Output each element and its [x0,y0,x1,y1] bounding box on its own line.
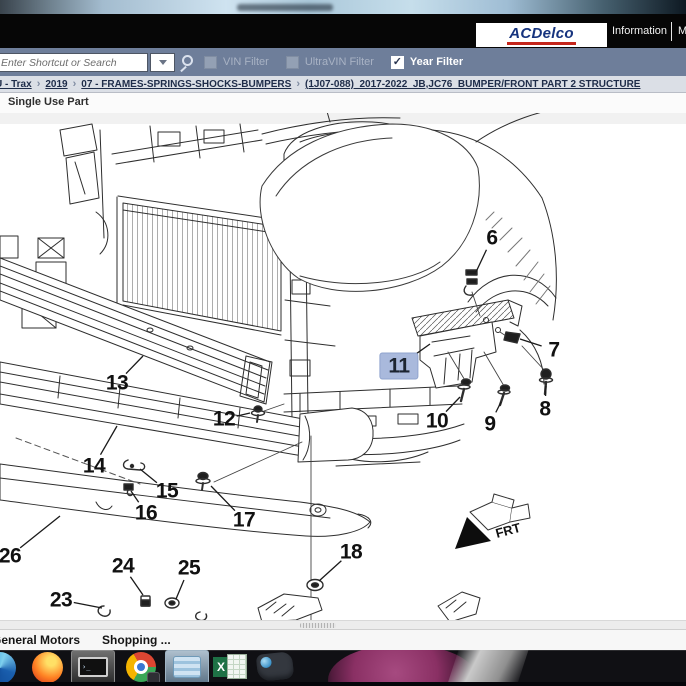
filter-group: VIN Filter UltraVIN Filter ✓ Year Filter [204,48,463,76]
chrome-icon[interactable] [126,652,160,684]
callout-7[interactable]: 7 [548,340,560,361]
breadcrumb-link-0[interactable]: U - Trax [0,79,32,90]
leader-line-6 [475,249,488,273]
single-use-part-label: Single Use Part [8,96,89,108]
search-input[interactable] [0,53,148,72]
app-window-icon[interactable] [165,650,209,684]
horizontal-scrollbar[interactable] [0,620,686,629]
checkbox-icon [204,55,217,69]
callout-23[interactable]: 23 [50,590,73,611]
leader-line-13 [125,355,144,375]
background-window-strip [0,0,686,14]
callout-15[interactable]: 15 [156,481,179,502]
filter-label: UltraVIN Filter [304,56,374,68]
parts-diagram: FRT 6 7 8 9 10 11 12 13 14 15 16 17 18 23 24 25 26 [0,113,686,620]
screen-bottom-edge [0,682,686,686]
acdelco-logo: ACDelco [476,23,607,47]
leader-line-24 [129,576,144,596]
breadcrumb-link-2[interactable]: 07 - FRAMES-SPRINGS-SHOCKS-BUMPERS [81,79,291,90]
leader-line-12 [236,412,251,417]
nav-divider [671,22,672,41]
leader-line-7 [519,338,542,347]
tab-partial-right[interactable]: M [678,14,686,48]
background-window-title [237,4,333,11]
browser-swirl-icon[interactable] [0,652,16,684]
callout-9[interactable]: 9 [484,414,496,435]
callout-10[interactable]: 10 [426,411,449,432]
desktop-taskbar: ›_ X [0,650,686,686]
breadcrumb-separator: › [36,78,41,90]
chevron-down-icon [158,60,167,65]
terminal-icon[interactable]: ›_ [71,650,115,684]
filter-label: Year Filter [409,56,464,68]
filter-year-filter: ✓ Year Filter [390,55,464,69]
callout-17[interactable]: 17 [233,510,256,531]
leader-line-18 [318,560,342,582]
image-tool-icon[interactable] [255,651,295,682]
search-dropdown-button[interactable] [150,53,175,72]
leader-line-26 [19,515,61,549]
checkbox-icon [285,55,299,69]
wallpaper-streak [443,650,531,686]
leader-line-17 [210,485,236,512]
checkbox-icon[interactable]: ✓ [390,55,404,69]
leader-line-10 [445,396,461,413]
callout-25[interactable]: 25 [178,558,201,579]
callout-24[interactable]: 24 [112,556,135,577]
spreadsheet-icon[interactable]: X [213,652,247,682]
breadcrumb-separator: › [72,78,77,90]
filter-vin-filter: VIN Filter [204,55,269,69]
callout-11[interactable]: 11 [379,352,419,380]
breadcrumb-link-1[interactable]: 2019 [45,79,67,90]
callout-6[interactable]: 6 [486,228,498,249]
callout-14[interactable]: 14 [83,456,106,477]
firefox-icon[interactable] [32,652,63,683]
filter-ultravin-filter: UltraVIN Filter [285,55,374,69]
scrollbar-thumb[interactable] [300,623,336,628]
acdelco-logo-text: ACDelco [507,26,576,45]
search-icon[interactable] [182,55,193,66]
callout-8[interactable]: 8 [539,399,551,420]
breadcrumb: U - Trax › 2019 › 07 - FRAMES-SPRINGS-SHOCKS… [0,76,686,93]
application-window: ACDelco Information M VIN Filter UltraVIN… [0,0,686,686]
leader-line-25 [175,579,185,600]
subheader-row: Single Use Part [0,93,686,113]
leader-line-9 [495,401,502,413]
breadcrumb-separator: › [296,78,300,90]
leader-line-14 [99,425,118,456]
breadcrumb-link-3[interactable]: (1J07-088)_2017-2022_JB,JC76_BUMPER/FRON… [305,79,641,90]
shopping-menu[interactable]: Shopping ... [102,633,171,647]
leader-line-15 [139,468,158,484]
status-menu-bar: General Motors Shopping ... [0,629,686,650]
filter-label: VIN Filter [223,56,269,68]
search-toolbar: VIN Filter UltraVIN Filter ✓ Year Filter [0,48,686,76]
company-label: General Motors [0,633,81,647]
callout-16[interactable]: 16 [135,503,158,524]
tab-information[interactable]: Information [612,14,667,48]
callout-12[interactable]: 12 [213,409,236,430]
callout-13[interactable]: 13 [106,373,129,394]
app-header: ACDelco Information M [0,14,686,48]
leader-line-23 [73,601,103,609]
callout-26[interactable]: 26 [0,546,22,567]
callout-18[interactable]: 18 [340,542,363,563]
